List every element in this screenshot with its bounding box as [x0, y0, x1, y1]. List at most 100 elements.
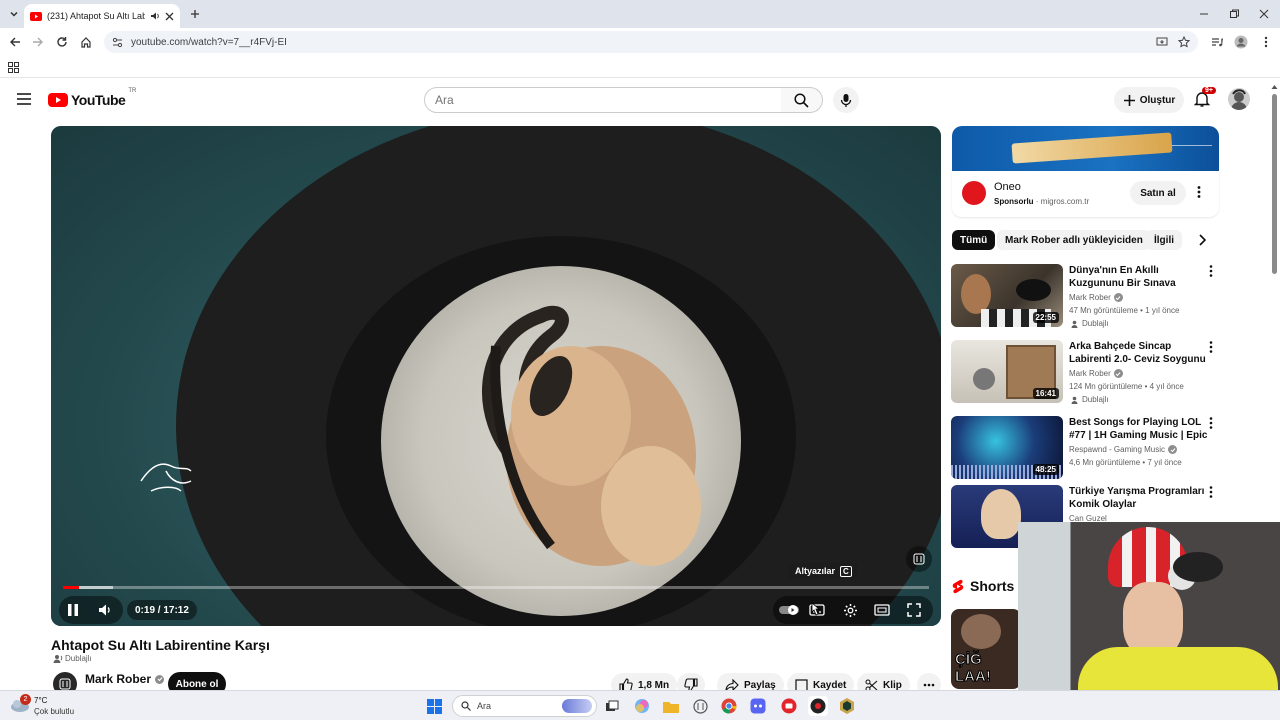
recommendation-item[interactable]: 16:41 Arka Bahçede Sincap Labirenti 2.0-…	[951, 340, 1226, 406]
ad-menu-icon[interactable]	[1197, 185, 1201, 199]
channel-name-link[interactable]: Mark Rober	[85, 672, 165, 686]
page-scrollbar[interactable]	[1270, 84, 1278, 690]
more-vertical-icon[interactable]	[1209, 340, 1213, 354]
mark-rober-logo-icon	[913, 553, 925, 565]
recommendation-thumbnail[interactable]: 22:55	[951, 264, 1063, 327]
video-player[interactable]: Altyazılar C 0:19 / 17:12	[51, 126, 941, 626]
new-tab-icon[interactable]	[185, 4, 205, 24]
chip-from-uploader[interactable]: Mark Rober adlı yükleyiciden	[997, 230, 1151, 250]
back-icon[interactable]	[5, 32, 25, 52]
weather-temperature: 7°C	[34, 696, 48, 705]
game-app-icon[interactable]	[837, 696, 857, 716]
address-bar[interactable]: youtube.com/watch?v=7__r4FVj-EI	[104, 31, 1198, 53]
recommendation-views: 4,6 Mn görüntüleme • 7 yıl önce	[1069, 458, 1182, 467]
taskbar-search[interactable]: Ara	[452, 695, 597, 717]
weather-widget[interactable]: 2 7°C Çok bulutlu	[10, 693, 100, 719]
ad-sponsored-label: Sponsorlu	[994, 197, 1034, 206]
recommendation-item[interactable]: 22:55 Dünya'nın En Akıllı Kuzgununu Bir …	[951, 264, 1226, 330]
youtube-logo-text: YouTube	[71, 92, 126, 108]
forward-icon[interactable]	[28, 32, 48, 52]
audio-playing-icon[interactable]	[150, 11, 160, 21]
minimize-icon[interactable]	[1194, 4, 1214, 24]
recommendation-title[interactable]: Türkiye Yarışma Programları Komik Olayla…	[1069, 485, 1209, 511]
share-label: Paylaş	[744, 679, 776, 691]
vscode-app-icon[interactable]	[690, 696, 710, 716]
more-vertical-icon[interactable]	[1209, 485, 1213, 499]
profile-avatar-icon[interactable]	[1231, 32, 1251, 52]
site-info-icon[interactable]	[112, 37, 123, 48]
video-duration: 48:25	[1032, 464, 1059, 475]
chip-related[interactable]: İlgili	[1146, 230, 1182, 250]
short-thumbnail[interactable]: ÇİĞ LAA!	[951, 609, 1021, 689]
ad-advertiser-logo	[962, 181, 986, 205]
file-explorer-icon[interactable]	[661, 696, 681, 716]
recommendation-channel[interactable]: Respawnd - Gaming Music	[1069, 445, 1165, 454]
install-app-icon[interactable]	[1152, 32, 1172, 52]
more-vertical-icon[interactable]	[1209, 416, 1213, 430]
tab-youtube[interactable]: (231) Ahtapot Su Altı Labirentine	[24, 4, 180, 28]
media-control-icon[interactable]	[1207, 32, 1227, 52]
close-window-icon[interactable]	[1254, 4, 1274, 24]
mute-button[interactable]	[91, 596, 119, 624]
ad-buy-button[interactable]: Satın al	[1130, 181, 1186, 205]
recommendation-thumbnail[interactable]: 48:25	[951, 416, 1063, 479]
start-button[interactable]	[424, 696, 444, 716]
notifications-button[interactable]: 9+	[1192, 87, 1216, 109]
chips-next-chevron-icon[interactable]	[1198, 234, 1206, 246]
recommendation-item[interactable]: 48:25 Best Songs for Playing LOL #77 | 1…	[951, 416, 1226, 482]
thumb-face	[961, 614, 1001, 649]
close-tab-icon[interactable]	[165, 12, 174, 21]
copilot-icon[interactable]	[632, 696, 652, 716]
voice-search-button[interactable]	[833, 87, 859, 113]
create-button[interactable]: Oluştur	[1114, 87, 1184, 113]
youtube-logo[interactable]: YouTube TR	[48, 88, 136, 108]
fullscreen-button[interactable]	[900, 596, 928, 624]
recommendation-title[interactable]: Best Songs for Playing LOL #77 | 1H Gami…	[1069, 416, 1209, 443]
recommendation-channel[interactable]: Mark Rober	[1069, 369, 1111, 378]
apps-grid-icon[interactable]	[3, 57, 23, 77]
taskbar: 2 7°C Çok bulutlu Ara	[0, 690, 1280, 720]
account-avatar[interactable]	[1228, 88, 1250, 110]
hamburger-menu-icon[interactable]	[14, 89, 34, 109]
recommendation-thumbnail[interactable]: 16:41	[951, 340, 1063, 403]
chip-all[interactable]: Tümü	[952, 230, 996, 250]
shorts-heading: Shorts	[952, 578, 1014, 594]
thumb-squirrel	[973, 368, 995, 390]
verified-check-icon	[155, 674, 165, 684]
youtube-logo-icon	[48, 93, 68, 107]
taskbar-search-label: Ara	[477, 701, 492, 711]
settings-button[interactable]	[836, 596, 864, 624]
pause-button[interactable]	[59, 596, 87, 624]
more-vertical-icon[interactable]	[1209, 264, 1213, 278]
filter-chips: Tümü Mark Rober adlı yükleyiciden İlgili	[952, 230, 1222, 252]
ad-card[interactable]: Oneo Sponsorlu · migros.com.tr Satın al	[952, 171, 1219, 217]
media-app-icon[interactable]	[808, 696, 828, 716]
bookmark-star-icon[interactable]	[1174, 32, 1194, 52]
reload-icon[interactable]	[52, 32, 72, 52]
verified-check-icon	[1113, 293, 1123, 302]
channel-watermark[interactable]	[906, 546, 932, 572]
scroll-up-arrow-icon[interactable]	[1271, 84, 1278, 90]
home-icon[interactable]	[76, 32, 96, 52]
recommendation-title[interactable]: Arka Bahçede Sincap Labirenti 2.0- Ceviz…	[1069, 340, 1209, 366]
scrollbar-thumb[interactable]	[1272, 94, 1277, 274]
task-view-icon[interactable]	[602, 696, 622, 716]
short-caption: ÇİĞ LAA!	[955, 651, 992, 686]
search-input[interactable]	[435, 93, 781, 107]
thumb-contestant	[981, 489, 1021, 539]
recommendation-title[interactable]: Dünya'nın En Akıllı Kuzgununu Bir Sınava…	[1069, 264, 1209, 291]
browser-menu-icon[interactable]	[1256, 32, 1276, 52]
recommendation-channel[interactable]: Mark Rober	[1069, 293, 1111, 302]
recommendation-dubbed: Dublajlı	[1071, 395, 1109, 404]
tab-list-chevron-icon[interactable]	[4, 4, 24, 24]
restore-icon[interactable]	[1224, 4, 1244, 24]
progress-bar[interactable]	[63, 586, 929, 589]
search-button[interactable]	[781, 87, 823, 113]
obs-recorder-icon[interactable]	[779, 696, 799, 716]
ad-banner-image[interactable]	[952, 126, 1219, 171]
autoplay-toggle[interactable]	[775, 596, 803, 624]
discord-icon[interactable]	[748, 696, 768, 716]
channel-row: Mark Rober Abone ol 1,8 Mn Paylaş Kaydet…	[51, 670, 941, 697]
theater-mode-button[interactable]	[868, 596, 896, 624]
chrome-icon[interactable]	[719, 696, 739, 716]
